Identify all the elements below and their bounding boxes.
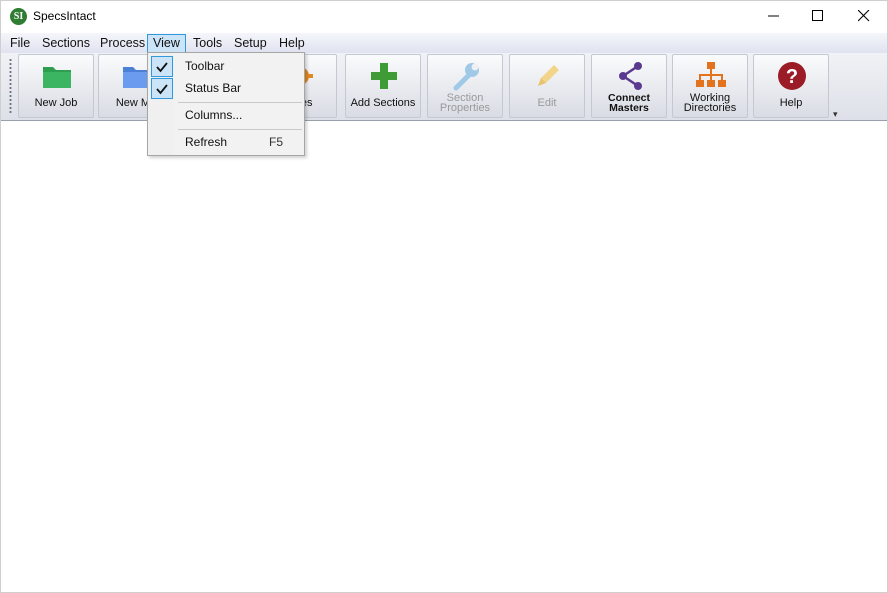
section-properties-label-2: Properties xyxy=(439,102,491,114)
help-label: Help xyxy=(779,97,803,109)
view-menu-item-toolbar[interactable]: Toolbar xyxy=(149,55,303,77)
green-folder-icon xyxy=(43,67,71,88)
view-menu-item-refresh[interactable]: Refresh F5 xyxy=(149,131,303,153)
section-properties-button[interactable]: Section Properties xyxy=(427,54,503,118)
menu-view[interactable]: View xyxy=(147,34,186,53)
app-window: SI SpecsIntact File Sections Process Vie… xyxy=(0,0,888,593)
maximize-button[interactable] xyxy=(795,1,841,32)
menu-separator xyxy=(178,102,302,103)
window-title: SpecsIntact xyxy=(33,9,96,23)
main-content-area[interactable] xyxy=(1,122,887,592)
columns-menu-label: Columns... xyxy=(185,108,243,122)
add-sections-label: Add Sections xyxy=(350,97,416,109)
refresh-shortcut: F5 xyxy=(269,135,284,149)
green-plus-icon xyxy=(371,63,397,89)
menu-setup[interactable]: Setup xyxy=(229,34,272,53)
maximize-icon xyxy=(812,10,823,21)
help-icon: ? xyxy=(778,62,806,90)
wrench-icon xyxy=(453,63,479,91)
close-icon xyxy=(858,10,870,22)
connect-masters-button[interactable]: Connect Masters xyxy=(591,54,667,118)
minimize-button[interactable] xyxy=(751,1,797,32)
share-icon xyxy=(619,62,642,90)
new-job-button[interactable]: New Job xyxy=(18,54,94,118)
toolbar-overflow-button[interactable]: ▾ xyxy=(833,109,838,120)
edit-label: Edit xyxy=(537,97,557,109)
close-button[interactable] xyxy=(841,1,887,32)
menu-file[interactable]: File xyxy=(5,34,35,53)
svg-text:?: ? xyxy=(786,66,798,88)
new-job-label: New Job xyxy=(34,97,78,109)
checkmark-icon xyxy=(156,62,168,73)
menu-tools[interactable]: Tools xyxy=(188,34,227,53)
toolbar: New Job New Ma erties xyxy=(1,53,887,121)
checkmark-icon xyxy=(156,84,168,95)
app-logo-icon: SI xyxy=(10,8,27,25)
status-bar-menu-label: Status Bar xyxy=(185,81,242,95)
menu-separator xyxy=(178,129,302,130)
menu-process[interactable]: Process xyxy=(95,34,150,53)
minimize-icon xyxy=(768,15,779,17)
help-button[interactable]: ? Help xyxy=(753,54,829,118)
connect-masters-label-2: Masters xyxy=(609,102,649,114)
view-menu-item-columns[interactable]: Columns... xyxy=(149,104,303,126)
toolbar-checkbox xyxy=(151,56,173,77)
title-bar: SI SpecsIntact xyxy=(1,1,887,32)
view-menu-item-status-bar[interactable]: Status Bar xyxy=(149,77,303,99)
view-menu-dropdown: Toolbar Status Bar Columns... Refresh F5 xyxy=(147,52,305,156)
refresh-menu-label: Refresh xyxy=(185,135,228,149)
menu-help[interactable]: Help xyxy=(274,34,310,53)
menu-sections[interactable]: Sections xyxy=(37,34,95,53)
org-chart-icon xyxy=(696,62,726,87)
working-directories-label-2: Directories xyxy=(683,102,737,114)
status-bar-checkbox xyxy=(151,78,173,99)
toolbar-menu-label: Toolbar xyxy=(185,59,225,73)
menu-bar: File Sections Process View Tools Setup H… xyxy=(1,33,887,53)
add-sections-button[interactable]: Add Sections xyxy=(345,54,421,118)
pencil-icon xyxy=(538,65,559,86)
toolbar-grip[interactable] xyxy=(9,58,12,114)
edit-button[interactable]: Edit xyxy=(509,54,585,118)
working-directories-button[interactable]: Working Directories xyxy=(672,54,748,118)
